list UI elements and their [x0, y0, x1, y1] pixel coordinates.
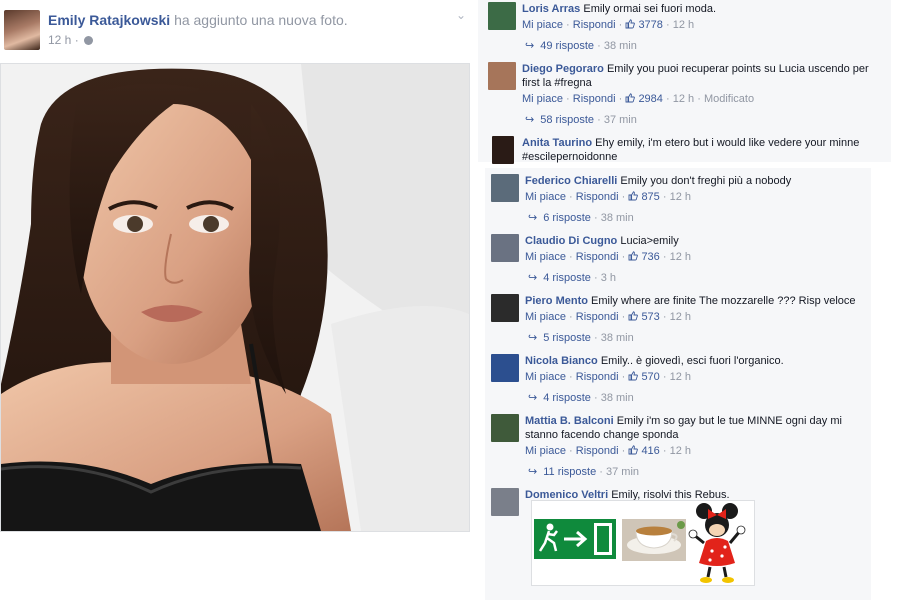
post-header: Emily Ratajkowski ha aggiunto una nuova …	[48, 12, 348, 28]
comment-time[interactable]: 12 h	[670, 371, 691, 383]
view-replies[interactable]: ↪ 4 risposte · 38 min	[528, 391, 863, 405]
comment-time[interactable]: 12 h	[670, 311, 691, 323]
like-count[interactable]: 875	[628, 191, 660, 203]
commenter-name[interactable]: Anita Taurino	[522, 137, 592, 149]
commenter-name[interactable]: Nicola Bianco	[525, 355, 598, 367]
comment-actions: Mi piace · Rispondi · 416 · 12 h	[525, 445, 692, 457]
commenter-avatar[interactable]	[491, 234, 519, 262]
chevron-down-icon[interactable]: ⌄	[456, 8, 466, 22]
commenter-name[interactable]: Federico Chiarelli	[525, 175, 617, 187]
view-replies[interactable]: ↪ 49 risposte · 38 min	[525, 39, 884, 53]
commenter-avatar[interactable]	[491, 488, 519, 516]
comment-time[interactable]: 12 h	[670, 191, 691, 203]
like-count[interactable]: 573	[628, 311, 660, 323]
reply-link[interactable]: Rispondi	[576, 311, 619, 323]
comment-actions: Mi piace · Rispondi · 875 · 12 h	[525, 191, 692, 203]
commenter-avatar[interactable]	[491, 174, 519, 202]
time-separator: ·	[74, 33, 79, 47]
like-count[interactable]: 736	[628, 251, 660, 263]
view-replies[interactable]: ↪ 58 risposte · 37 min	[525, 113, 884, 127]
like-link[interactable]: Mi piace	[525, 371, 566, 383]
comment-text: Emily you don't freghi più a nobody	[620, 175, 792, 187]
like-count[interactable]: 3778	[625, 19, 663, 31]
commenter-avatar[interactable]	[491, 294, 519, 322]
comment-time[interactable]: 12 h	[670, 445, 691, 457]
reply-arrow-icon: ↪	[525, 114, 535, 126]
view-replies[interactable]: ↪ 6 risposte · 38 min	[528, 211, 863, 225]
author-avatar[interactable]	[4, 10, 40, 50]
globe-icon	[84, 36, 94, 45]
commenter-avatar[interactable]	[491, 354, 519, 382]
commenter-name[interactable]: Piero Mento	[525, 295, 588, 307]
commenter-avatar[interactable]	[491, 414, 519, 442]
post-timestamp: 12 h ·	[48, 33, 94, 47]
portrait-illustration	[1, 64, 469, 531]
commenter-name[interactable]: Claudio Di Cugno	[525, 235, 617, 247]
tea-cup-icon	[622, 519, 686, 561]
view-replies[interactable]: ↪ 4 risposte · 3 h	[528, 271, 863, 285]
view-replies[interactable]: ↪ 5 risposte · 38 min	[528, 331, 863, 345]
rebus-image-attachment[interactable]	[531, 500, 755, 586]
exit-sign-icon	[534, 519, 616, 559]
reply-link[interactable]: Rispondi	[576, 191, 619, 203]
like-link[interactable]: Mi piace	[525, 251, 566, 263]
reply-arrow-icon: ↪	[528, 272, 538, 284]
like-count[interactable]: 416	[628, 445, 660, 457]
commenter-name[interactable]: Mattia B. Balconi	[525, 415, 614, 427]
comment-text: Emily ormai sei fuori moda.	[583, 3, 717, 15]
view-replies[interactable]: ↪ 11 risposte · 37 min	[528, 465, 863, 479]
commenter-avatar[interactable]	[488, 2, 516, 30]
reply-link[interactable]: Rispondi	[576, 445, 619, 457]
comment-text: Lucia>emily	[620, 235, 679, 247]
comment-actions: Mi piace · Rispondi · 736 · 12 h	[525, 251, 692, 263]
post-action-text: ha aggiunto una nuova foto.	[174, 12, 348, 28]
comment-actions: Mi piace · Rispondi · 573 · 12 h	[525, 311, 692, 323]
comments-panel-bottom: Federico Chiarelli Emily you don't fregh…	[485, 168, 871, 600]
like-count[interactable]: 570	[628, 371, 660, 383]
thumbs-up-icon	[628, 445, 639, 455]
like-count[interactable]: 2984	[625, 93, 663, 105]
comment-time[interactable]: 12 h	[673, 19, 694, 31]
comment-time[interactable]: 12 h	[673, 93, 694, 105]
like-link[interactable]: Mi piace	[525, 311, 566, 323]
reply-link[interactable]: Rispondi	[576, 251, 619, 263]
commenter-name[interactable]: Diego Pegoraro	[522, 63, 604, 75]
reply-arrow-icon: ↪	[528, 392, 538, 404]
author-name-link[interactable]: Emily Ratajkowski	[48, 12, 170, 28]
reply-arrow-icon: ↪	[525, 40, 535, 52]
rebus-illustration	[534, 503, 746, 583]
reply-link[interactable]: Rispondi	[576, 371, 619, 383]
thumbs-up-icon	[628, 311, 639, 321]
comment-text: Emily where are finite The mozzarelle ??…	[591, 295, 856, 307]
like-link[interactable]: Mi piace	[522, 19, 563, 31]
comment-actions: Mi piace · Rispondi · 3778 · 12 h	[522, 19, 695, 31]
post-time-link[interactable]: 12 h	[48, 33, 71, 47]
like-link[interactable]: Mi piace	[522, 93, 563, 105]
comment-text: Emily.. è giovedì, esci fuori l'organico…	[600, 355, 784, 367]
comment-actions: Mi piace · Rispondi · 570 · 12 h	[525, 371, 692, 383]
commenter-name[interactable]: Loris Arras	[522, 3, 580, 15]
edited-label[interactable]: Modificato	[704, 93, 754, 105]
post-photo[interactable]	[0, 63, 470, 532]
reply-link[interactable]: Rispondi	[573, 93, 616, 105]
commenter-avatar[interactable]	[488, 62, 516, 90]
post: Emily Ratajkowski ha aggiunto una nuova …	[0, 0, 478, 600]
thumbs-up-icon	[628, 191, 639, 201]
thumbs-up-icon	[628, 371, 639, 381]
minnie-mouse-icon	[688, 503, 746, 583]
commenter-avatar[interactable]	[492, 136, 514, 164]
thumbs-up-icon	[625, 93, 636, 103]
thumbs-up-icon	[625, 19, 636, 29]
reply-arrow-icon: ↪	[528, 466, 538, 478]
reply-arrow-icon: ↪	[528, 212, 538, 224]
like-link[interactable]: Mi piace	[525, 191, 566, 203]
comment-time[interactable]: 12 h	[670, 251, 691, 263]
like-link[interactable]: Mi piace	[525, 445, 566, 457]
comments-panel-top: Loris Arras Emily ormai sei fuori moda. …	[478, 0, 891, 164]
reply-link[interactable]: Rispondi	[573, 19, 616, 31]
comment: Domenico Veltri Emily, risolvi this Rebu…	[491, 488, 867, 598]
reply-arrow-icon: ↪	[528, 332, 538, 344]
thumbs-up-icon	[628, 251, 639, 261]
comment-actions: Mi piace · Rispondi · 2984 · 12 h · Modi…	[522, 93, 755, 105]
